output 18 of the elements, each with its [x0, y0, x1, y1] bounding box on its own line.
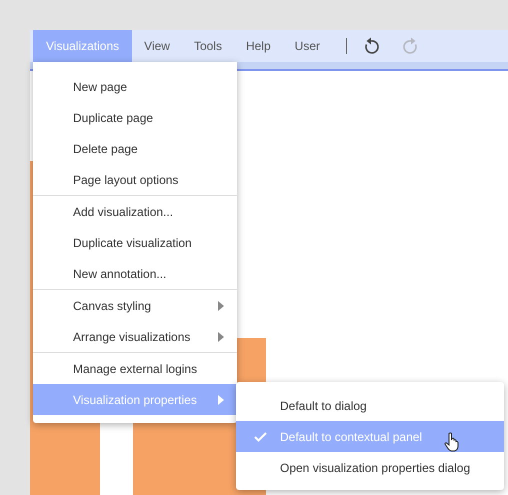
menu-item[interactable]: Page layout options [33, 164, 237, 195]
menu-item[interactable]: Canvas styling [33, 290, 237, 321]
menu-item[interactable]: Delete page [33, 133, 237, 164]
hand-cursor-icon [444, 432, 460, 452]
menu-item[interactable]: Add visualization... [33, 196, 237, 227]
menu-bar-item[interactable]: User [282, 30, 332, 62]
undo-icon[interactable] [363, 37, 379, 55]
menu-item[interactable]: Duplicate visualization [33, 227, 237, 258]
menu-item[interactable]: Arrange visualizations [33, 321, 237, 352]
menu-bar-item[interactable]: Tools [182, 30, 234, 62]
menu-bar-item[interactable]: View [132, 30, 182, 62]
menu-item[interactable]: New annotation... [33, 258, 237, 289]
menu-item[interactable]: Default to dialog [236, 390, 504, 421]
menu-item[interactable]: New page [33, 71, 237, 102]
menu-item[interactable]: Manage external logins [33, 353, 237, 384]
menu-bar-item[interactable]: Help [234, 30, 283, 62]
menu-item[interactable]: Open visualization properties dialog [236, 452, 504, 483]
menu-item[interactable]: Duplicate page [33, 102, 237, 133]
